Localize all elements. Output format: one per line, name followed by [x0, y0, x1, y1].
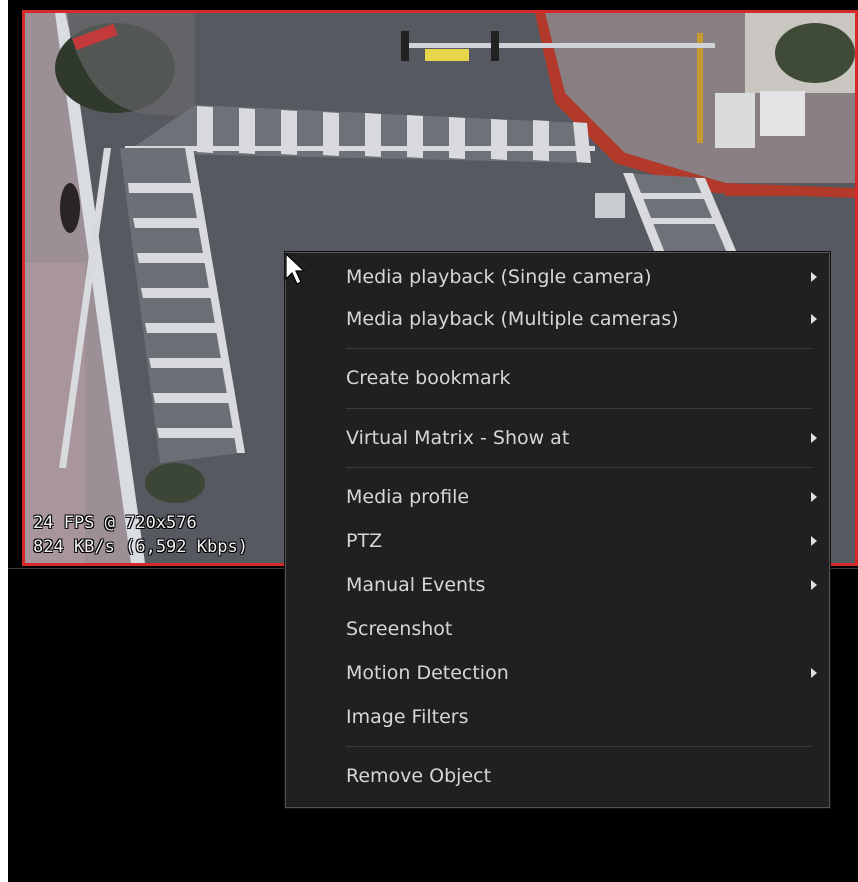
menu-item-label: Create bookmark	[346, 367, 511, 389]
menu-item-image-filters[interactable]: Image Filters	[286, 697, 829, 737]
menu-item-label: Motion Detection	[346, 662, 509, 684]
menu-item-label: Media playback (Multiple cameras)	[346, 308, 679, 330]
chevron-right-icon	[811, 314, 817, 324]
menu-item-media-playback-single[interactable]: Media playback (Single camera)	[286, 257, 829, 297]
menu-item-virtual-matrix[interactable]: Virtual Matrix - Show at	[286, 418, 829, 458]
menu-item-media-playback-multiple[interactable]: Media playback (Multiple cameras)	[286, 299, 829, 339]
menu-item-screenshot[interactable]: Screenshot	[286, 609, 829, 649]
menu-item-ptz[interactable]: PTZ	[286, 521, 829, 561]
chevron-right-icon	[811, 668, 817, 678]
menu-item-label: Manual Events	[346, 574, 486, 596]
menu-item-label: Media playback (Single camera)	[346, 266, 652, 288]
context-menu: Media playback (Single camera) Media pla…	[285, 252, 830, 808]
video-stats-overlay: 24 FPS @ 720x576 824 KB/s (6,592 Kbps)	[33, 511, 248, 559]
bitrate-text: 824 KB/s (6,592 Kbps)	[33, 537, 248, 557]
menu-item-label: Remove Object	[346, 765, 492, 787]
menu-item-label: Screenshot	[346, 618, 453, 640]
menu-item-manual-events[interactable]: Manual Events	[286, 565, 829, 605]
menu-separator	[346, 746, 812, 747]
window-gutter	[8, 0, 20, 882]
menu-item-motion-detection[interactable]: Motion Detection	[286, 653, 829, 693]
fps-resolution-text: 24 FPS @ 720x576	[33, 513, 197, 533]
menu-item-media-profile[interactable]: Media profile	[286, 477, 829, 517]
menu-item-label: Virtual Matrix - Show at	[346, 427, 570, 449]
chevron-right-icon	[811, 272, 817, 282]
menu-item-label: PTZ	[346, 530, 383, 552]
menu-item-label: Image Filters	[346, 706, 469, 728]
chevron-right-icon	[811, 492, 817, 502]
menu-separator	[346, 408, 812, 409]
menu-item-remove-object[interactable]: Remove Object	[286, 756, 829, 796]
chevron-right-icon	[811, 536, 817, 546]
menu-item-create-bookmark[interactable]: Create bookmark	[286, 358, 829, 398]
chevron-right-icon	[811, 433, 817, 443]
chevron-right-icon	[811, 580, 817, 590]
window-edge	[0, 0, 8, 882]
menu-item-label: Media profile	[346, 486, 470, 508]
menu-separator	[346, 348, 812, 349]
menu-separator	[346, 467, 812, 468]
mouse-pointer-icon	[285, 253, 306, 285]
